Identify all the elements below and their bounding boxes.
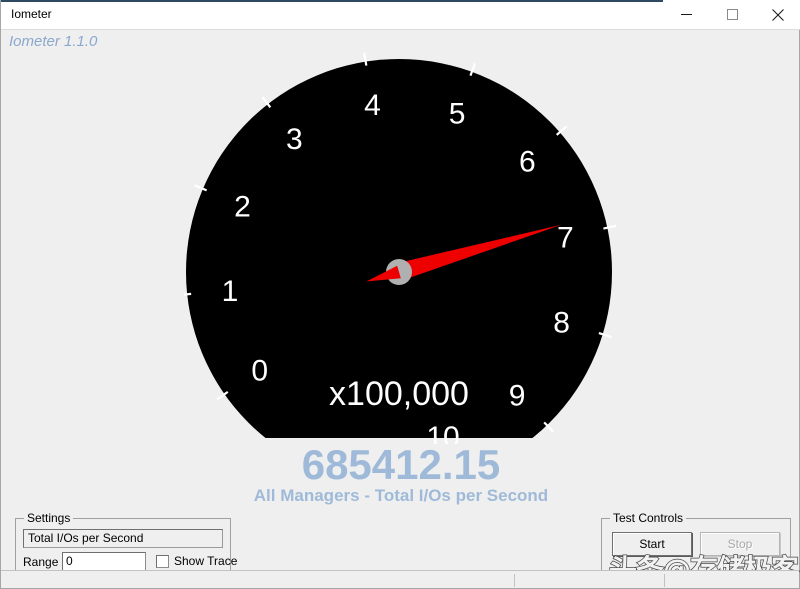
minimize-icon	[680, 14, 692, 15]
gauge-tick	[184, 292, 192, 296]
test-controls-group-title: Test Controls	[610, 511, 687, 525]
close-button[interactable]	[755, 0, 800, 29]
gauge-dial: 0 1 2 3 4 5 6 7 8 9 10 x100,000	[184, 52, 618, 444]
start-button[interactable]: Start	[612, 532, 692, 556]
window-controls	[663, 0, 800, 29]
show-trace-label: Show Trace	[174, 554, 238, 568]
metric-select[interactable]: Total I/Os per Second	[23, 529, 223, 548]
stop-button: Stop	[700, 532, 780, 556]
gauge-tick-label: 0	[251, 355, 268, 388]
iometer-window: Iometer Iometer 1.1.0 0 1 2 3 4 5 6 7 8 …	[0, 0, 800, 589]
test-controls-group: Test Controls Start Stop	[601, 511, 791, 575]
show-trace-checkbox-row[interactable]: Show Trace	[156, 554, 237, 568]
gauge-tick-label: 4	[364, 89, 381, 122]
status-separator	[514, 574, 515, 587]
gauge-tick-label: 5	[449, 97, 466, 130]
maximize-icon	[726, 9, 738, 20]
readout-value: 685412.15	[301, 441, 501, 488]
gauge-tick-label: 9	[509, 379, 526, 412]
gauge-tick	[543, 421, 555, 433]
status-separator	[664, 574, 665, 587]
title-bar: Iometer	[1, 0, 800, 30]
gauge-tick-label: 7	[557, 222, 574, 255]
show-trace-checkbox[interactable]	[156, 554, 169, 568]
gauge-tick-label: 6	[519, 145, 536, 178]
gauge-tick-label: 1	[222, 275, 239, 308]
readout-caption: All Managers - Total I/Os per Second	[253, 486, 549, 505]
gauge-tick-label: 8	[553, 307, 570, 340]
settings-group: Settings Total I/Os per Second Range 0 S…	[15, 511, 237, 575]
close-icon	[772, 8, 784, 21]
status-bar	[1, 570, 799, 588]
gauge-svg: 01234 5678910 x100,000	[184, 52, 617, 444]
gauge-multiplier-label: x100,000	[329, 375, 469, 413]
minimize-button[interactable]	[663, 0, 709, 29]
range-input[interactable]: 0	[62, 552, 146, 571]
maximize-button[interactable]	[709, 0, 755, 29]
settings-group-title: Settings	[24, 511, 74, 525]
gauge-tick-label: 2	[234, 191, 251, 224]
version-label: Iometer 1.1.0	[9, 33, 98, 50]
range-label: Range	[23, 555, 59, 569]
window-title: Iometer	[11, 7, 52, 21]
gauge-tick-label: 3	[286, 123, 303, 156]
